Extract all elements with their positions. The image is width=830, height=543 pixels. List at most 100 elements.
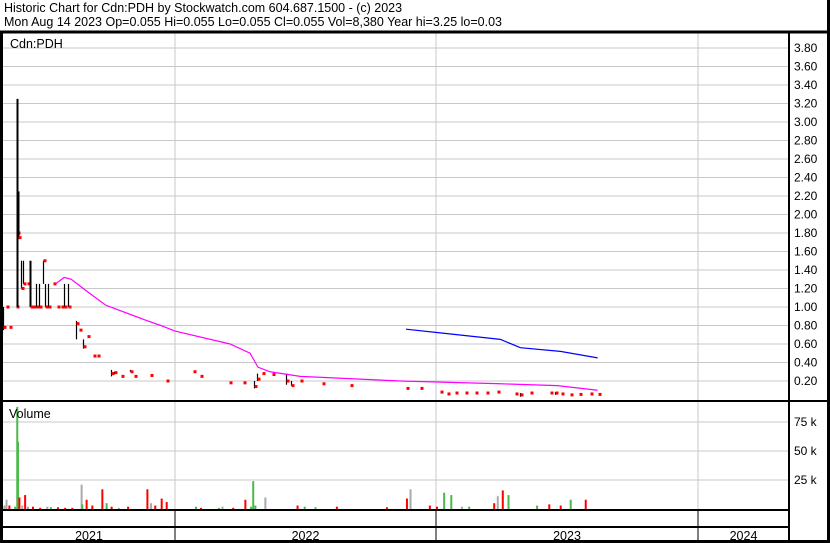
volume-bar xyxy=(569,499,572,509)
close-tick xyxy=(30,305,34,309)
close-tick xyxy=(579,392,583,396)
price-tick-label: 1.40 xyxy=(794,263,818,277)
close-tick xyxy=(200,374,204,378)
volume-bar xyxy=(91,505,94,509)
volume-bar xyxy=(110,506,113,509)
volume-bar xyxy=(254,505,257,509)
volume-bar xyxy=(18,497,21,509)
price-tick-label: 2.20 xyxy=(794,189,818,203)
price-panel xyxy=(2,98,602,397)
volume-bar xyxy=(46,506,49,509)
close-tick xyxy=(420,386,424,390)
chart-frame xyxy=(0,0,830,543)
volume-bar xyxy=(160,498,163,509)
close-tick xyxy=(93,354,97,358)
volume-bar xyxy=(146,489,149,509)
close-tick xyxy=(150,373,154,377)
volume-bar xyxy=(117,507,120,509)
volume-bar xyxy=(468,506,471,509)
volume-bar xyxy=(71,507,74,509)
volume-bar xyxy=(64,507,67,509)
volume-bar xyxy=(81,504,84,509)
price-tick-label: 3.60 xyxy=(794,60,818,74)
volume-bar xyxy=(493,503,496,509)
close-tick xyxy=(6,305,10,309)
volume-bar xyxy=(250,506,253,509)
volume-bar xyxy=(26,506,29,509)
close-tick xyxy=(262,372,266,376)
volume-bar xyxy=(314,507,317,509)
close-tick xyxy=(18,236,22,240)
volume-bar xyxy=(149,503,152,509)
volume-bar xyxy=(584,499,587,509)
stock-chart: Historic Chart for Cdn:PDH by Stockwatch… xyxy=(0,0,830,543)
volume-bar xyxy=(165,502,168,509)
close-tick xyxy=(64,305,68,309)
volume-bar xyxy=(409,489,412,509)
volume-bar xyxy=(57,507,60,509)
close-tick xyxy=(515,392,519,396)
close-tick xyxy=(570,393,574,397)
close-tick xyxy=(39,305,43,309)
volume-bar xyxy=(85,499,88,509)
close-tick xyxy=(406,386,410,390)
moving-average-short xyxy=(55,276,598,391)
price-tick-label: 3.00 xyxy=(794,115,818,129)
close-tick xyxy=(486,391,490,395)
volume-bar xyxy=(195,506,198,509)
volume-bar xyxy=(154,505,157,509)
close-tick xyxy=(3,325,7,329)
price-tick-label: 1.80 xyxy=(794,226,818,240)
volume-bar xyxy=(436,506,438,509)
volume-bar xyxy=(496,496,499,509)
close-tick xyxy=(229,381,233,385)
volume-bar xyxy=(461,506,464,509)
price-tick-label: 2.00 xyxy=(794,208,818,222)
price-tick-label: 1.20 xyxy=(794,282,818,296)
price-tick-label: 2.40 xyxy=(794,171,818,185)
volume-bar xyxy=(127,506,130,509)
close-tick xyxy=(350,384,354,388)
volume-bar xyxy=(335,506,338,509)
close-tick xyxy=(520,393,524,397)
price-tick-label: 3.20 xyxy=(794,97,818,111)
close-tick xyxy=(561,392,565,396)
gridlines: 3.80 3.60 3.40 3.20 3.00 2.80 2.60 2.40 2.20 2.00… xyxy=(3,33,818,543)
volume-tick-label: 25 k xyxy=(794,473,818,487)
close-tick xyxy=(254,385,258,389)
close-tick xyxy=(130,370,134,374)
close-tick xyxy=(134,374,138,378)
close-tick xyxy=(43,259,47,263)
close-tick xyxy=(530,391,534,395)
close-tick xyxy=(21,287,25,290)
volume-bar xyxy=(101,489,104,509)
close-tick xyxy=(440,390,444,394)
volume-bar xyxy=(217,507,220,509)
volume-bar xyxy=(501,490,504,509)
close-tick xyxy=(114,371,118,375)
close-tick xyxy=(23,282,27,286)
volume-tick-label: 75 k xyxy=(794,415,818,429)
volume-bar xyxy=(507,495,510,509)
price-tick-label: 3.80 xyxy=(794,41,818,55)
price-tick-label: 1.60 xyxy=(794,245,818,259)
volume-panel-title: Volume xyxy=(9,407,51,421)
close-tick xyxy=(300,379,304,383)
close-tick xyxy=(97,354,101,358)
close-tick xyxy=(193,370,197,374)
volume-bar xyxy=(8,505,11,509)
volume-bar xyxy=(303,506,306,509)
close-tick xyxy=(555,391,559,395)
close-tick xyxy=(465,391,469,395)
volume-bar xyxy=(39,507,42,509)
close-tick xyxy=(272,373,276,377)
volume-bar xyxy=(49,507,52,509)
price-tick-label: 0.20 xyxy=(794,374,818,388)
volume-bar xyxy=(296,505,299,509)
volume-bar xyxy=(24,495,27,509)
close-tick xyxy=(291,384,295,388)
volume-bar xyxy=(536,505,539,509)
price-tick-label: 1.00 xyxy=(794,300,818,314)
chart-svg: 3.80 3.60 3.40 3.20 3.00 2.80 2.60 2.40 2.20 2.00… xyxy=(0,0,830,543)
close-tick xyxy=(68,305,72,309)
